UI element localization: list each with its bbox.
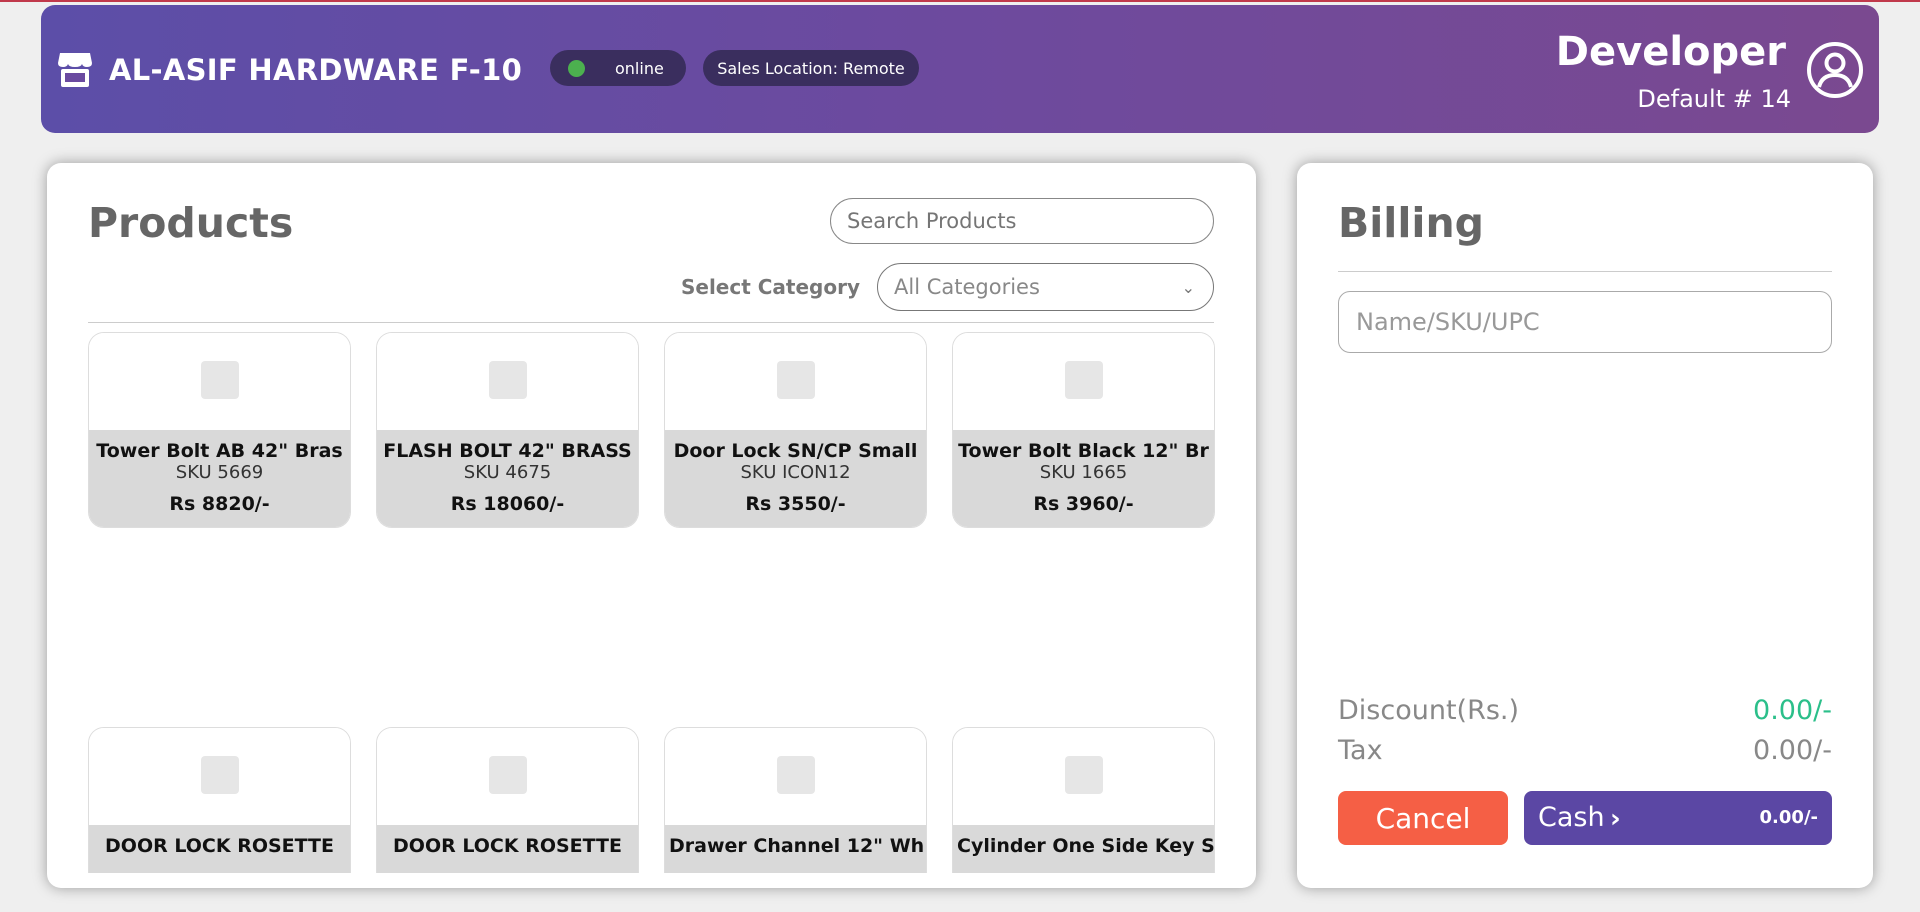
category-label: Select Category bbox=[680, 275, 860, 299]
product-price: Rs 3960/- bbox=[1033, 493, 1134, 515]
product-image bbox=[665, 728, 926, 825]
connection-status-badge: online bbox=[550, 50, 686, 86]
cash-total: 0.00/- bbox=[1759, 807, 1818, 828]
category-select[interactable]: All Categories ⌄ bbox=[877, 263, 1214, 311]
product-card[interactable]: Drawer Channel 12" Wh bbox=[664, 727, 927, 873]
product-image bbox=[89, 333, 350, 430]
app-header: AL-ASIF HARDWARE F-10 online Sales Locat… bbox=[41, 5, 1879, 133]
billing-title: Billing bbox=[1338, 199, 1485, 247]
product-grid: Tower Bolt AB 42" Bras SKU 5669 Rs 8820/… bbox=[88, 332, 1216, 873]
product-name: Tower Bolt AB 42" Bras bbox=[96, 440, 343, 462]
image-placeholder-icon bbox=[777, 361, 815, 399]
product-card[interactable]: Tower Bolt Black 12" Br SKU 1665 Rs 3960… bbox=[952, 332, 1215, 528]
image-placeholder-icon bbox=[201, 756, 239, 794]
product-name: Cylinder One Side Key S bbox=[957, 835, 1214, 857]
cancel-button[interactable]: Cancel bbox=[1338, 791, 1508, 845]
products-divider bbox=[88, 322, 1214, 323]
product-info: Tower Bolt Black 12" Br SKU 1665 Rs 3960… bbox=[953, 430, 1214, 527]
product-name: FLASH BOLT 42" BRASS bbox=[383, 440, 632, 462]
product-image bbox=[377, 728, 638, 825]
products-panel: Products Select Category All Categories … bbox=[47, 163, 1256, 888]
product-price: Rs 8820/- bbox=[169, 493, 270, 515]
product-name: Drawer Channel 12" Wh bbox=[669, 835, 925, 857]
chevron-down-icon: ⌄ bbox=[1181, 278, 1195, 297]
product-card[interactable]: DOOR LOCK ROSETTE bbox=[376, 727, 639, 873]
product-info: Drawer Channel 12" Wh bbox=[665, 825, 926, 873]
tax-label: Tax bbox=[1338, 735, 1383, 766]
image-placeholder-icon bbox=[1065, 756, 1103, 794]
discount-label: Discount(Rs.) bbox=[1338, 695, 1520, 726]
product-card[interactable]: Cylinder One Side Key S bbox=[952, 727, 1215, 873]
search-products-input[interactable] bbox=[830, 198, 1214, 244]
image-placeholder-icon bbox=[777, 756, 815, 794]
product-sku: SKU ICON12 bbox=[740, 462, 851, 483]
image-placeholder-icon bbox=[489, 756, 527, 794]
billing-divider bbox=[1338, 271, 1832, 272]
product-info: Cylinder One Side Key S bbox=[953, 825, 1214, 873]
name-sku-upc-input[interactable]: Name/SKU/UPC bbox=[1338, 291, 1832, 353]
tax-row: Tax 0.00/- bbox=[1338, 735, 1832, 766]
product-name: DOOR LOCK ROSETTE bbox=[393, 835, 622, 857]
store-name: AL-ASIF HARDWARE F-10 bbox=[109, 53, 523, 87]
category-selected-value: All Categories bbox=[894, 275, 1040, 299]
product-price: Rs 3550/- bbox=[745, 493, 846, 515]
billing-panel: Billing Name/SKU/UPC Discount(Rs.) 0.00/… bbox=[1297, 163, 1873, 888]
product-image bbox=[953, 333, 1214, 430]
tax-value: 0.00/- bbox=[1753, 735, 1832, 766]
product-card[interactable]: Door Lock SN/CP Small SKU ICON12 Rs 3550… bbox=[664, 332, 927, 528]
image-placeholder-icon bbox=[1065, 361, 1103, 399]
product-price: Rs 18060/- bbox=[450, 493, 565, 515]
product-sku: SKU 5669 bbox=[175, 462, 264, 483]
sales-location-badge[interactable]: Sales Location: Remote bbox=[703, 50, 919, 86]
discount-row: Discount(Rs.) 0.00/- bbox=[1338, 695, 1832, 726]
product-sku: SKU 1665 bbox=[1039, 462, 1128, 483]
status-dot-icon bbox=[568, 59, 585, 77]
product-image bbox=[953, 728, 1214, 825]
product-image bbox=[89, 728, 350, 825]
product-info: DOOR LOCK ROSETTE bbox=[377, 825, 638, 873]
products-title: Products bbox=[88, 199, 294, 247]
product-name: Tower Bolt Black 12" Br bbox=[958, 440, 1209, 462]
product-name: DOOR LOCK ROSETTE bbox=[105, 835, 334, 857]
user-name: Developer bbox=[1555, 29, 1786, 75]
cash-button[interactable]: Cash › 0.00/- bbox=[1524, 791, 1832, 845]
image-placeholder-icon bbox=[201, 361, 239, 399]
product-info: Tower Bolt AB 42" Bras SKU 5669 Rs 8820/… bbox=[89, 430, 350, 527]
product-card[interactable]: FLASH BOLT 42" BRASS SKU 4675 Rs 18060/- bbox=[376, 332, 639, 528]
product-info: DOOR LOCK ROSETTE bbox=[89, 825, 350, 873]
product-info: FLASH BOLT 42" BRASS SKU 4675 Rs 18060/- bbox=[377, 430, 638, 527]
product-card[interactable]: DOOR LOCK ROSETTE bbox=[88, 727, 351, 873]
image-placeholder-icon bbox=[489, 361, 527, 399]
product-info: Door Lock SN/CP Small SKU ICON12 Rs 3550… bbox=[665, 430, 926, 527]
cash-label: Cash bbox=[1538, 802, 1605, 833]
discount-value: 0.00/- bbox=[1753, 695, 1832, 726]
user-circle-icon[interactable] bbox=[1806, 41, 1864, 99]
product-name: Door Lock SN/CP Small bbox=[673, 440, 918, 462]
product-image bbox=[377, 333, 638, 430]
product-image bbox=[665, 333, 926, 430]
product-sku: SKU 4675 bbox=[463, 462, 552, 483]
product-card[interactable]: Tower Bolt AB 42" Bras SKU 5669 Rs 8820/… bbox=[88, 332, 351, 528]
store-icon bbox=[58, 53, 92, 87]
top-accent-line bbox=[0, 0, 1920, 2]
register-label: Default # 14 bbox=[1637, 85, 1791, 113]
status-label: online bbox=[615, 58, 664, 78]
chevron-right-icon: › bbox=[1610, 804, 1621, 834]
